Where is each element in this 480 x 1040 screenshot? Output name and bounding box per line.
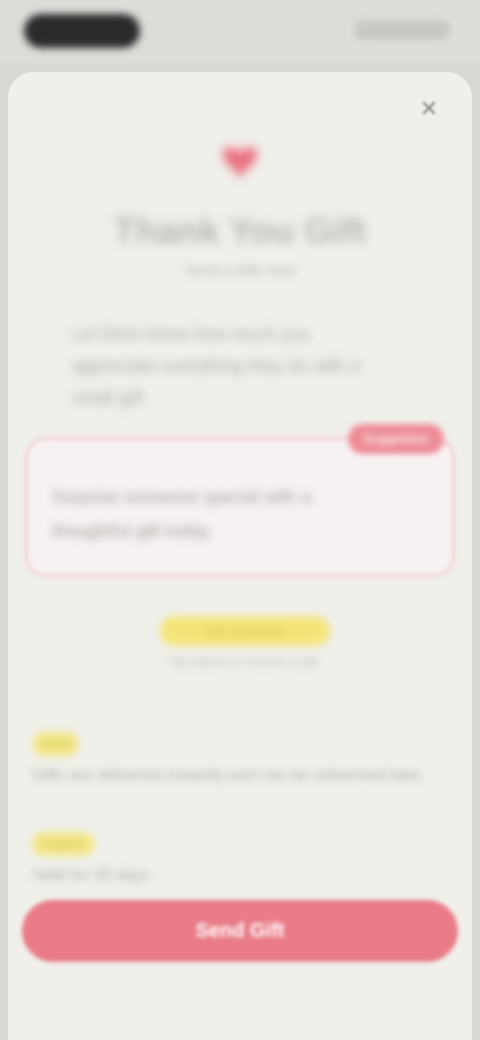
description-text: Let them know how much you appreciate ev… <box>72 324 361 408</box>
send-gift-button[interactable]: Send Gift <box>22 900 458 962</box>
info-text: Gifts are delivered instantly and can be… <box>32 767 425 784</box>
hint-text: Surprise someone special with a thoughtf… <box>52 487 312 541</box>
status-bar: 9:41 <box>0 0 480 62</box>
info-label: Note <box>32 732 80 756</box>
page-subtitle: Send a little love <box>184 262 296 279</box>
status-indicators <box>354 20 450 40</box>
status-caption: Tap below to choose a gift <box>167 654 319 669</box>
info-block: Expires Valid for 30 days <box>32 832 448 888</box>
close-icon[interactable]: ✕ <box>418 98 440 120</box>
info-block: Note Gifts are delivered instantly and c… <box>32 732 448 788</box>
info-text: Valid for 30 days <box>32 867 150 884</box>
hint-badge: Suggestion <box>348 424 444 454</box>
status-time: 9:41 <box>24 14 140 48</box>
status-badge: Gift available <box>160 616 330 646</box>
hint-card: Suggestion Surprise someone special with… <box>28 424 452 574</box>
heart-icon <box>223 146 257 177</box>
gift-sheet: ✕ Thank You Gift Send a little love Let … <box>8 72 472 1040</box>
page-title: Thank You Gift <box>113 210 367 251</box>
info-label: Expires <box>32 832 96 856</box>
